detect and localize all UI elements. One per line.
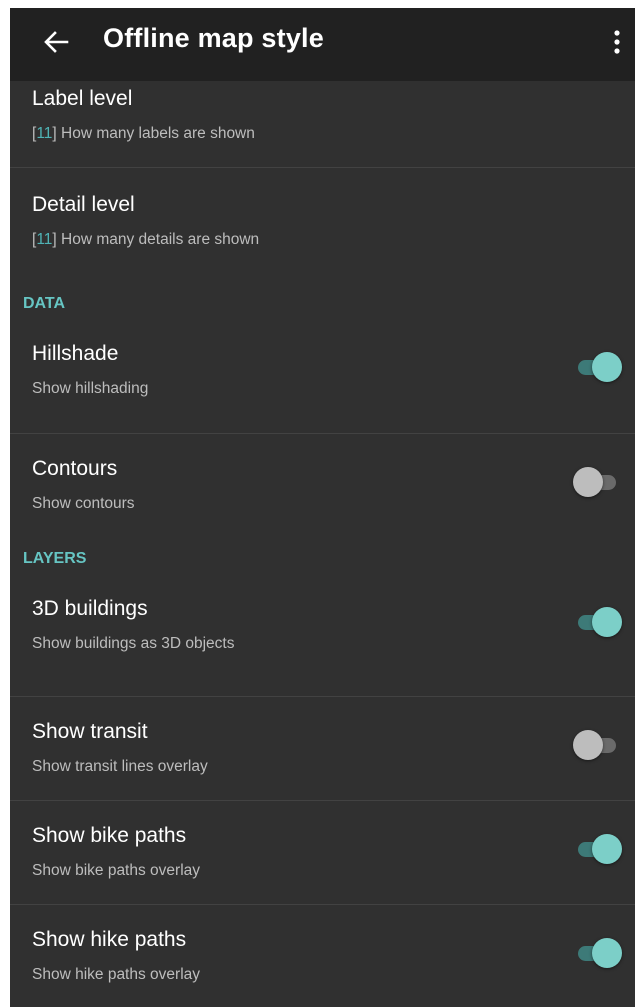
label-level-summary: [11] How many labels are shown	[32, 125, 255, 142]
app-bar: Offline map style	[10, 8, 635, 81]
data-section-header: DATA	[10, 272, 635, 328]
data-section-title: DATA	[23, 295, 66, 312]
show-hike-paths-summary: Show hike paths overlay	[32, 966, 201, 983]
show-bike-paths-title: Show bike paths	[32, 824, 187, 847]
hillshade-switch[interactable]	[573, 350, 623, 384]
page-title: Offline map style	[103, 23, 324, 53]
show-hike-paths-title: Show hike paths	[32, 928, 187, 951]
more-vert-icon	[614, 30, 620, 54]
switch-thumb	[573, 467, 603, 497]
arrow-back-icon	[44, 31, 69, 53]
show-transit-switch[interactable]	[573, 728, 623, 762]
show-bike-paths-item[interactable]: Show bike paths Show bike paths overlay	[10, 801, 635, 905]
detail-level-value: 11	[36, 231, 53, 248]
overflow-menu-button[interactable]	[603, 24, 631, 60]
show-bike-paths-summary: Show bike paths overlay	[32, 862, 201, 879]
detail-level-summary: [11] How many details are shown	[32, 231, 260, 248]
detail-level-item[interactable]: Detail level [11] How many details are s…	[10, 168, 635, 272]
label-level-value: 11	[36, 125, 53, 142]
contours-switch[interactable]	[573, 465, 623, 499]
switch-thumb	[592, 938, 622, 968]
3d-buildings-item[interactable]: 3D buildings Show buildings as 3D object…	[10, 592, 635, 697]
hillshade-item[interactable]: Hillshade Show hillshading	[10, 328, 635, 434]
hillshade-summary: Show hillshading	[32, 380, 149, 397]
hillshade-title: Hillshade	[32, 342, 119, 365]
switch-thumb	[592, 607, 622, 637]
3d-buildings-title: 3D buildings	[32, 597, 148, 620]
switch-thumb	[573, 730, 603, 760]
layers-section-header: LAYERS	[10, 536, 635, 592]
show-hike-paths-switch[interactable]	[573, 936, 623, 970]
contours-item[interactable]: Contours Show contours	[10, 434, 635, 536]
show-hike-paths-item[interactable]: Show hike paths Show hike paths overlay	[10, 905, 635, 995]
back-button[interactable]	[38, 24, 74, 60]
layers-section-title: LAYERS	[23, 550, 87, 567]
detail-level-title: Detail level	[32, 193, 135, 216]
settings-screen: Offline map style Label level [11] How m…	[10, 8, 635, 1007]
3d-buildings-switch[interactable]	[573, 605, 623, 639]
detail-level-summary-text: How many details are shown	[61, 231, 260, 248]
show-bike-paths-switch[interactable]	[573, 832, 623, 866]
contours-summary: Show contours	[32, 495, 135, 512]
switch-thumb	[592, 834, 622, 864]
3d-buildings-summary: Show buildings as 3D objects	[32, 635, 235, 652]
preferences-list: Label level [11] How many labels are sho…	[10, 81, 635, 995]
show-transit-summary: Show transit lines overlay	[32, 758, 208, 775]
show-transit-item[interactable]: Show transit Show transit lines overlay	[10, 697, 635, 801]
switch-thumb	[592, 352, 622, 382]
label-level-item[interactable]: Label level [11] How many labels are sho…	[10, 81, 635, 168]
label-level-summary-text: How many labels are shown	[61, 125, 255, 142]
label-level-title: Label level	[32, 87, 133, 110]
show-transit-title: Show transit	[32, 720, 148, 743]
contours-title: Contours	[32, 457, 118, 480]
